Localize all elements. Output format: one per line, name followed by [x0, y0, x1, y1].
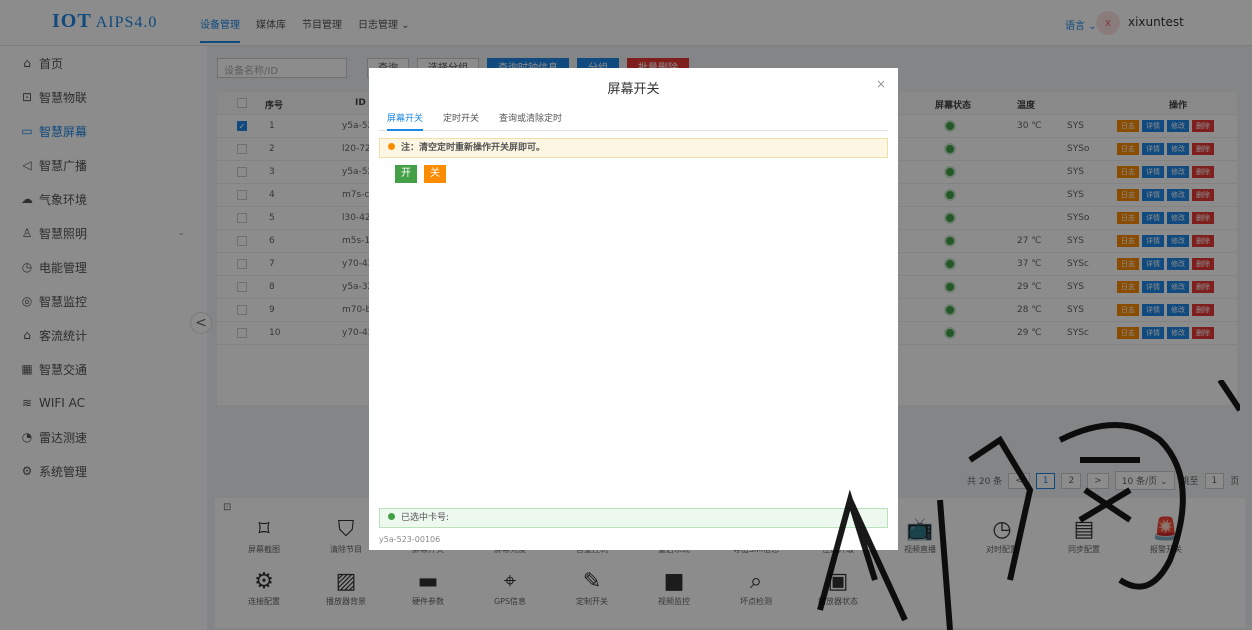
tab-screen-switch[interactable]: 屏幕开关	[387, 112, 424, 131]
tab-query-clear-timer[interactable]: 查询或清除定时	[499, 112, 562, 131]
turn-on-button[interactable]: 开	[395, 165, 417, 183]
close-icon[interactable]: ×	[876, 77, 886, 91]
screen-switch-modal: 屏幕开关 × 屏幕开关 定时开关 查询或清除定时 注：清空定时重新操作开关屏即可…	[369, 68, 898, 550]
modal-title: 屏幕开关	[607, 82, 660, 97]
selected-card-id: y5a-523-00106	[379, 535, 441, 544]
turn-off-button[interactable]: 关	[424, 165, 446, 183]
modal-tabs: 屏幕开关 定时开关 查询或清除定时	[379, 112, 888, 131]
warning-dot-icon	[388, 143, 395, 150]
selected-card-bar: 已选中卡号:	[379, 508, 888, 528]
notice-banner: 注：清空定时重新操作开关屏即可。	[379, 138, 888, 158]
success-dot-icon	[388, 513, 395, 520]
tab-timer-switch[interactable]: 定时开关	[443, 112, 479, 131]
